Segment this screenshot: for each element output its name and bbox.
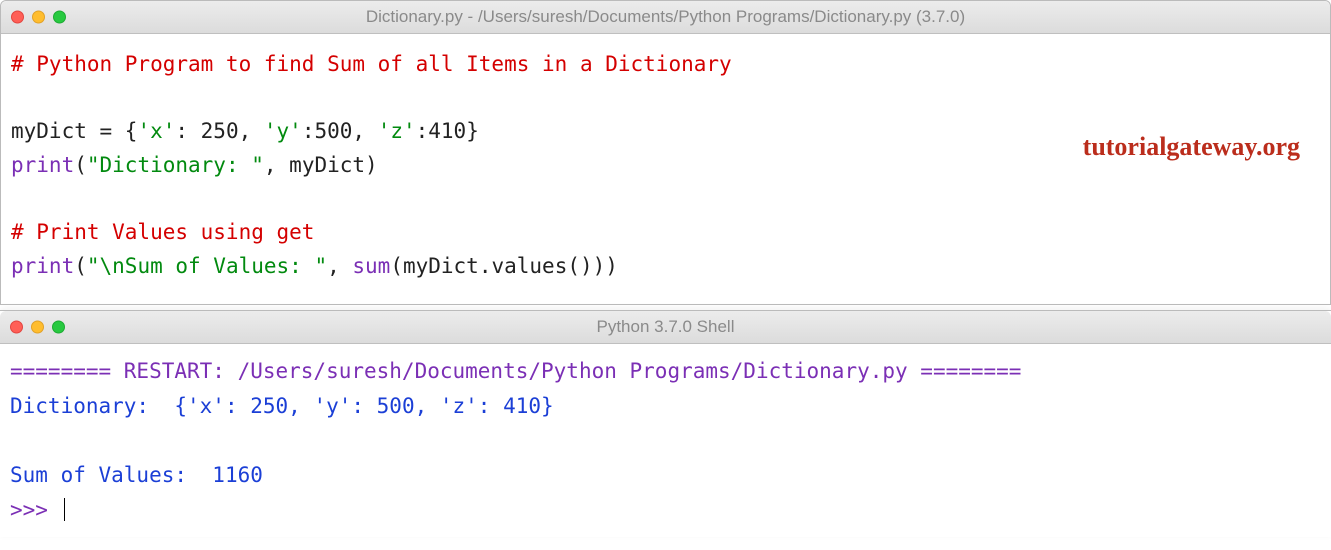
shell-window-controls bbox=[10, 321, 65, 334]
shell-output-label: Sum of Values: bbox=[10, 463, 212, 487]
watermark-text: tutorialgateway.org bbox=[1083, 126, 1300, 168]
maximize-icon[interactable] bbox=[53, 11, 66, 24]
code-string: "\nSum of Values: " bbox=[87, 254, 327, 278]
shell-output[interactable]: ======== RESTART: /Users/suresh/Document… bbox=[0, 344, 1331, 537]
code-string: "Dictionary: " bbox=[87, 153, 264, 177]
code-text: :500, bbox=[302, 119, 378, 143]
code-text: myDict = { bbox=[11, 119, 137, 143]
code-builtin: print bbox=[11, 153, 74, 177]
code-text: (myDict.values())) bbox=[390, 254, 618, 278]
shell-title: Python 3.7.0 Shell bbox=[597, 317, 735, 337]
shell-prompt: >>> bbox=[10, 498, 61, 522]
close-icon[interactable] bbox=[11, 11, 24, 24]
editor-window: Dictionary.py - /Users/suresh/Documents/… bbox=[0, 0, 1331, 305]
minimize-icon[interactable] bbox=[31, 321, 44, 334]
editor-titlebar[interactable]: Dictionary.py - /Users/suresh/Documents/… bbox=[1, 1, 1330, 34]
code-builtin: print bbox=[11, 254, 74, 278]
editor-window-controls bbox=[11, 11, 66, 24]
shell-content[interactable]: ======== RESTART: /Users/suresh/Document… bbox=[10, 354, 1321, 527]
code-text: ( bbox=[74, 153, 87, 177]
shell-restart: ======== RESTART: /Users/suresh/Document… bbox=[10, 359, 1021, 383]
code-text: ( bbox=[74, 254, 87, 278]
shell-window: Python 3.7.0 Shell ======== RESTART: /Us… bbox=[0, 310, 1331, 537]
shell-output-value: 1160 bbox=[212, 463, 263, 487]
code-string: 'x' bbox=[137, 119, 175, 143]
code-comment: # Python Program to find Sum of all Item… bbox=[11, 52, 732, 76]
maximize-icon[interactable] bbox=[52, 321, 65, 334]
code-text: , myDict) bbox=[264, 153, 378, 177]
code-text: : 250, bbox=[175, 119, 264, 143]
code-string: 'z' bbox=[378, 119, 416, 143]
close-icon[interactable] bbox=[10, 321, 23, 334]
code-text: , bbox=[327, 254, 352, 278]
code-builtin: sum bbox=[352, 254, 390, 278]
shell-output-value: {'x': 250, 'y': 500, 'z': 410} bbox=[174, 394, 553, 418]
minimize-icon[interactable] bbox=[32, 11, 45, 24]
editor-title: Dictionary.py - /Users/suresh/Documents/… bbox=[366, 7, 965, 27]
cursor-icon bbox=[64, 498, 65, 521]
code-text: :410} bbox=[416, 119, 479, 143]
code-editor[interactable]: # Python Program to find Sum of all Item… bbox=[1, 34, 1330, 304]
shell-output-label: Dictionary: bbox=[10, 394, 174, 418]
code-string: 'y' bbox=[264, 119, 302, 143]
shell-titlebar[interactable]: Python 3.7.0 Shell bbox=[0, 311, 1331, 344]
code-comment: # Print Values using get bbox=[11, 220, 314, 244]
